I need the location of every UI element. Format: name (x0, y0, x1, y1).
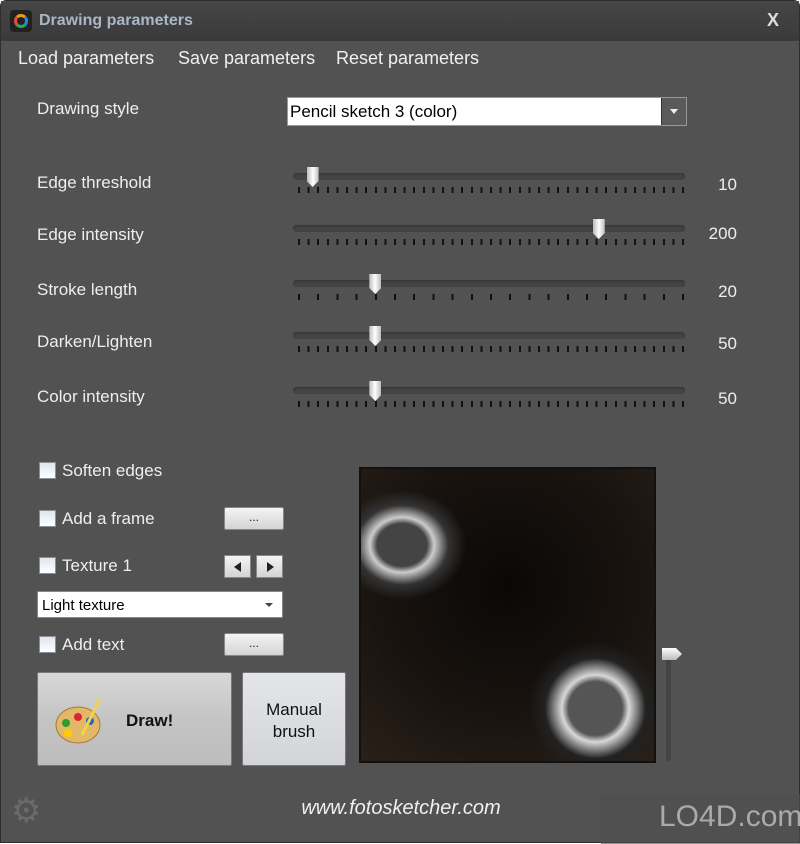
slider-label: Edge intensity (37, 225, 144, 244)
arrow-right-icon (267, 562, 279, 572)
slider-track[interactable] (293, 173, 685, 180)
zoom-slider-thumb[interactable] (662, 648, 682, 660)
arrow-left-icon (229, 562, 241, 572)
text-options-button[interactable]: ... (224, 633, 284, 656)
texture-select[interactable]: Light texture (37, 591, 283, 618)
slider-ticks (298, 346, 684, 352)
chevron-down-icon[interactable] (661, 98, 686, 125)
slider-thumb[interactable] (592, 219, 605, 239)
drawing-style-label: Drawing style (37, 99, 140, 118)
add-text-checkbox[interactable] (39, 636, 56, 653)
watermark-logo: LO4D.com (601, 794, 800, 844)
zoom-slider-track[interactable] (666, 651, 671, 761)
manual-brush-button[interactable]: Manual brush (242, 672, 346, 766)
slider-value: 50 (718, 334, 737, 353)
texture-next-button[interactable] (256, 555, 283, 578)
slider-ticks (298, 294, 684, 300)
palette-icon (55, 698, 102, 744)
texture-checkbox[interactable] (39, 557, 56, 574)
slider-value: 200 (708, 224, 737, 243)
slider-value: 20 (718, 282, 737, 301)
slider-track[interactable] (293, 225, 685, 232)
slider-thumb[interactable] (369, 274, 382, 294)
slider-label: Edge threshold (37, 173, 152, 192)
texture-select-value: Light texture (42, 597, 125, 614)
frame-options-button[interactable]: ... (224, 507, 284, 530)
add-text-label: Add text (62, 635, 125, 654)
texture-prev-button[interactable] (224, 555, 251, 578)
drawing-style-value: Pencil sketch 3 (color) (290, 102, 458, 121)
slider-ticks (298, 401, 684, 407)
slider-track[interactable] (293, 280, 685, 287)
slider-thumb[interactable] (306, 167, 319, 187)
texture-label: Texture 1 (62, 556, 132, 575)
draw-button[interactable]: Draw! (37, 672, 232, 766)
slider-label: Color intensity (37, 387, 145, 406)
watermark-text: LO4D.com (659, 800, 800, 833)
drawing-style-select[interactable]: Pencil sketch 3 (color) (287, 97, 687, 126)
slider-track[interactable] (293, 332, 685, 339)
menu-reset-parameters[interactable]: Reset parameters (336, 48, 479, 69)
slider-ticks (298, 239, 684, 245)
add-frame-label: Add a frame (62, 509, 155, 528)
draw-button-label: Draw! (126, 711, 174, 730)
soften-edges-label: Soften edges (62, 461, 163, 480)
soften-edges-checkbox[interactable] (39, 462, 56, 479)
add-frame-checkbox[interactable] (39, 510, 56, 527)
slider-value: 50 (718, 389, 737, 408)
drawing-parameters-window: Drawing parameters X Load parameters Sav… (0, 0, 800, 844)
slider-label: Darken/Lighten (37, 332, 153, 351)
slider-track[interactable] (293, 387, 685, 394)
slider-ticks (298, 187, 684, 193)
window-title: Drawing parameters (39, 12, 193, 29)
slider-thumb[interactable] (369, 381, 382, 401)
app-logo-icon (10, 10, 32, 32)
close-button[interactable]: X (767, 10, 779, 31)
slider-thumb[interactable] (369, 326, 382, 346)
slider-label: Stroke length (37, 280, 138, 299)
chevron-down-icon (265, 603, 273, 611)
menu-load-parameters[interactable]: Load parameters (18, 48, 154, 69)
menu-save-parameters[interactable]: Save parameters (178, 48, 315, 69)
preview-image (359, 467, 656, 763)
slider-value: 10 (718, 175, 737, 194)
title-bar: Drawing parameters X (1, 1, 799, 41)
